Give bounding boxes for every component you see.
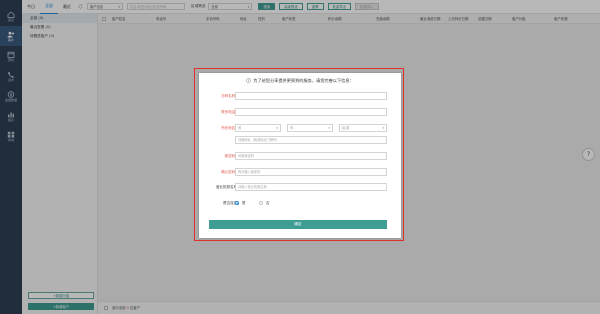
- chevron-down-icon: ▾: [382, 126, 384, 130]
- chain-yes-label[interactable]: 是: [242, 199, 246, 207]
- row-chain: 是否连锁 是 否: [199, 199, 401, 208]
- row-address: 详细地址（街道地址门牌号）: [199, 136, 401, 145]
- row-phone: 联系电话*: [199, 108, 401, 117]
- chain-no-radio[interactable]: [259, 201, 263, 205]
- chain-no-label[interactable]: 否: [266, 199, 270, 207]
- info-icon: [246, 78, 251, 83]
- confirm-password-field[interactable]: 再次输入新密码: [235, 168, 387, 176]
- row-new-password: 新密码* 设置新密码: [199, 152, 401, 161]
- address-field[interactable]: 详细地址（街道地址门牌号）: [235, 136, 387, 144]
- chevron-down-icon: ▾: [328, 126, 330, 130]
- district-value: 区/县: [342, 126, 350, 130]
- row-region: 所在地区* 省 ▾ 市 ▾ 区/县 ▾: [199, 124, 401, 133]
- city-select[interactable]: 市 ▾: [287, 124, 333, 132]
- row-business-name: 营业执照名称 请输入营业执照名称: [199, 183, 401, 192]
- business-name-field[interactable]: 请输入营业执照名称: [235, 183, 387, 191]
- province-select[interactable]: 省 ▾: [235, 124, 281, 132]
- confirm-button[interactable]: 确定: [209, 220, 387, 229]
- province-value: 省: [238, 126, 242, 130]
- real-name-field[interactable]: [235, 92, 387, 100]
- row-confirm-password: 确认密码* 再次输入新密码: [199, 168, 401, 177]
- dialog-title: 为了给您分享提供更周到的服务，请您完善以下信息：: [199, 78, 401, 84]
- complete-info-dialog: 为了给您分享提供更周到的服务，请您完善以下信息： 亦称名称* 联系电话* 所在地…: [199, 73, 401, 238]
- chain-yes-radio[interactable]: [235, 201, 239, 205]
- district-select[interactable]: 区/县 ▾: [339, 124, 387, 132]
- phone-field[interactable]: [235, 108, 387, 116]
- new-password-field[interactable]: 设置新密码: [235, 152, 387, 160]
- dialog-title-text: 为了给您分享提供更周到的服务，请您完善以下信息：: [253, 78, 354, 83]
- row-real-name: 亦称名称*: [199, 92, 401, 101]
- business-name-label: 营业执照名称: [216, 185, 237, 189]
- chevron-down-icon: ▾: [276, 126, 278, 130]
- city-value: 市: [290, 126, 294, 130]
